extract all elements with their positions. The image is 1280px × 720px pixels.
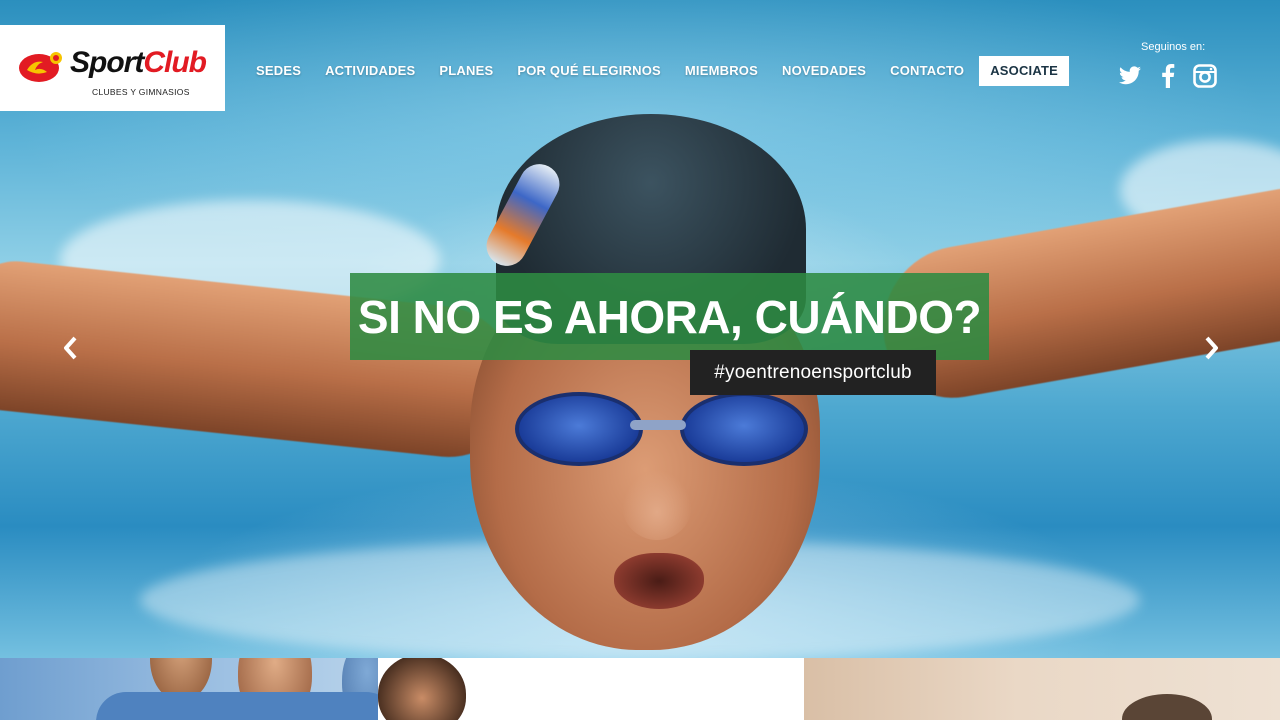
logo-tagline: CLUBES Y GIMNASIOS xyxy=(92,87,190,97)
social-label: Seguinos en: xyxy=(1141,41,1206,53)
nav-item-contacto[interactable]: CONTACTO xyxy=(878,56,976,86)
chevron-right-icon[interactable] xyxy=(1196,333,1226,363)
twitter-icon[interactable] xyxy=(1116,62,1144,90)
instagram-icon[interactable] xyxy=(1191,62,1219,90)
middle-panel[interactable] xyxy=(378,658,804,720)
goggle-lens-left xyxy=(515,392,643,466)
nav-item-sedes[interactable]: SEDES xyxy=(244,56,313,86)
chevron-left-icon[interactable] xyxy=(56,333,86,363)
swimmer-nose xyxy=(622,470,692,540)
logo-wordmark: SportClub xyxy=(70,46,207,79)
player-head xyxy=(378,658,466,720)
person-hair xyxy=(1122,694,1212,720)
nav-item-por-que-elegirnos[interactable]: POR QUÉ ELEGIRNOS xyxy=(505,56,673,86)
asociate-button[interactable]: ASOCIATE xyxy=(979,56,1070,86)
rugby-panel-image[interactable] xyxy=(0,658,396,720)
feature-panels xyxy=(0,658,1280,720)
swimmer-mouth xyxy=(614,553,704,609)
goggle-bridge xyxy=(630,420,686,430)
hero-headline-box: SI NO ES AHORA, CUÁNDO? xyxy=(350,273,989,360)
nav-item-miembros[interactable]: MIEMBROS xyxy=(673,56,770,86)
logo-word-club: Club xyxy=(143,46,207,79)
nav-item-planes[interactable]: PLANES xyxy=(427,56,505,86)
main-nav: SEDES ACTIVIDADES PLANES POR QUÉ ELEGIRN… xyxy=(244,56,1070,86)
nav-item-novedades[interactable]: NOVEDADES xyxy=(770,56,878,86)
goggle-lens-right xyxy=(680,392,808,466)
fitness-panel-image[interactable] xyxy=(804,658,1280,720)
logo-word-sport: Sport xyxy=(70,46,144,79)
site-logo[interactable]: SportClub CLUBES Y GIMNASIOS xyxy=(0,25,225,111)
nav-item-actividades[interactable]: ACTIVIDADES xyxy=(313,56,427,86)
rugby-jerseys xyxy=(96,692,396,720)
sportclub-logo-icon xyxy=(19,52,62,82)
hero-headline: SI NO ES AHORA, CUÁNDO? xyxy=(357,290,982,343)
hero-hashtag: #yoentrenoensportclub xyxy=(714,361,912,383)
hero-hashtag-box: #yoentrenoensportclub xyxy=(690,350,936,395)
facebook-icon[interactable] xyxy=(1154,62,1182,90)
